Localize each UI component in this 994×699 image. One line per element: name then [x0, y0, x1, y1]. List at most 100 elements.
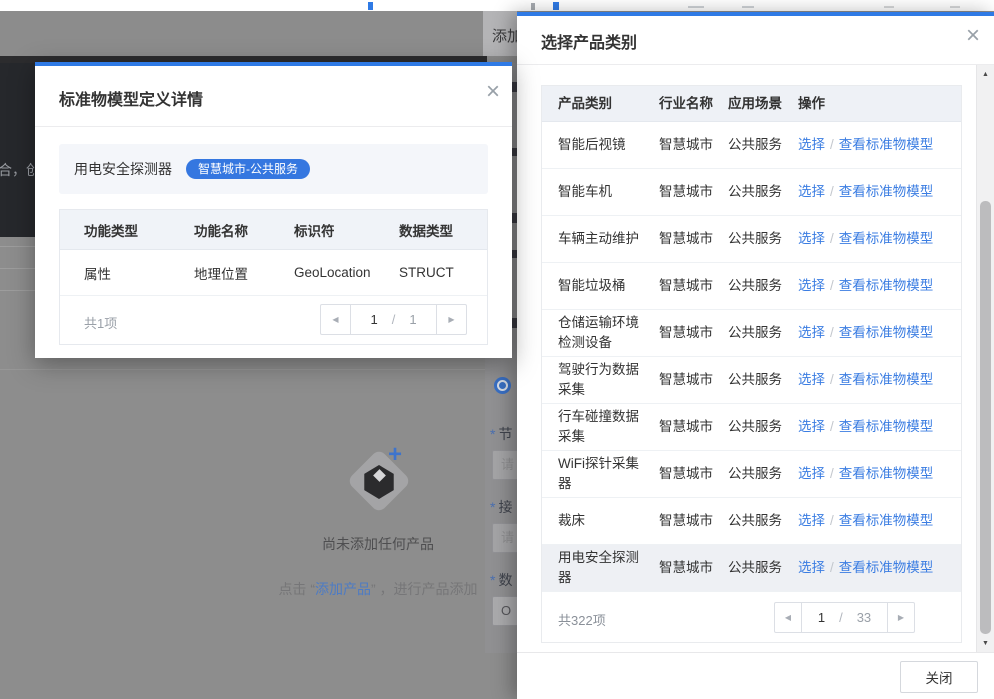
scene-cell: 公共服务: [728, 276, 798, 296]
industry-cell: 智慧城市: [659, 558, 728, 578]
clipped-fragment: [742, 6, 754, 8]
select-link[interactable]: 选择: [798, 278, 825, 293]
category-cell: 行车碰撞数据采集: [558, 407, 659, 447]
table-cell: STRUCT: [399, 265, 487, 280]
page-indicator: 1 / 1: [351, 305, 436, 334]
hint-suffix: ” ，进行产品添加: [371, 581, 478, 597]
clipped-fragment: [688, 6, 704, 8]
industry-cell: 智慧城市: [659, 511, 728, 531]
view-standard-model-link[interactable]: 查看标准物模型: [839, 513, 934, 528]
dimmed-add-drawer-title: 添加: [483, 11, 517, 56]
view-standard-model-link[interactable]: 查看标准物模型: [839, 560, 934, 575]
function-table-header: 功能类型功能名称标识符数据类型: [60, 210, 487, 250]
page-indicator: 1 / 33: [802, 603, 887, 632]
view-standard-model-link[interactable]: 查看标准物模型: [839, 278, 934, 293]
view-standard-model-link[interactable]: 查看标准物模型: [839, 137, 934, 152]
screen: 合，创 + 尚未添加任何产品 点击 “添加产品” ，进行产品添加 添加 *节 请…: [0, 0, 994, 699]
radio-button-selected[interactable]: [494, 377, 511, 394]
view-standard-model-link[interactable]: 查看标准物模型: [839, 231, 934, 246]
view-standard-model-link[interactable]: 查看标准物模型: [839, 325, 934, 340]
total-pages: 1: [409, 312, 416, 327]
select-link[interactable]: 选择: [798, 560, 825, 575]
category-table-row: 用电安全探测器智慧城市公共服务选择/查看标准物模型: [542, 545, 961, 592]
action-separator: /: [830, 137, 834, 152]
select-link[interactable]: 选择: [798, 184, 825, 199]
close-icon[interactable]: ×: [966, 24, 980, 48]
clipped-fragment: [553, 2, 559, 10]
next-page-icon[interactable]: ▶: [887, 603, 914, 632]
action-separator: /: [830, 419, 834, 434]
view-standard-model-link[interactable]: 查看标准物模型: [839, 466, 934, 481]
drawer-body: 产品类别行业名称应用场景操作 智能后视镜智慧城市公共服务选择/查看标准物模型智能…: [517, 65, 994, 653]
category-table-row: 行车碰撞数据采集智慧城市公共服务选择/查看标准物模型: [542, 404, 961, 451]
action-separator: /: [830, 513, 834, 528]
drawer-header: 选择产品类别 ×: [517, 16, 994, 64]
pagination-row: 共1项 ◀ 1 / 1 ▶: [60, 296, 487, 344]
select-link[interactable]: 选择: [798, 137, 825, 152]
category-table-body: 智能后视镜智慧城市公共服务选择/查看标准物模型智能车机智慧城市公共服务选择/查看…: [542, 122, 961, 592]
actions-cell: 选择 / 查看标准物模型: [798, 370, 961, 390]
scene-cell: 公共服务: [728, 558, 798, 578]
actions-cell: 选择 / 查看标准物模型: [798, 511, 961, 531]
view-standard-model-link[interactable]: 查看标准物模型: [839, 372, 934, 387]
required-mark: *: [490, 426, 495, 442]
required-mark: *: [490, 572, 495, 588]
category-cell: 裁床: [558, 511, 659, 531]
sidebar-text-fragment: 合，创: [0, 160, 35, 180]
form-label-node-type: *节: [490, 424, 517, 444]
clipped-fragment: [531, 3, 535, 10]
action-separator: /: [830, 372, 834, 387]
clipped-toolbar-strip: [0, 0, 994, 11]
pagination: ◀ 1 / 1 ▶: [320, 304, 467, 335]
scrollbar-thumb[interactable]: [980, 201, 991, 634]
category-cell: WiFi探针采集器: [558, 454, 659, 494]
divider: [0, 369, 517, 370]
add-product-link[interactable]: 添加产品: [315, 581, 371, 597]
function-table-row: 属性地理位置GeoLocationSTRUCT: [60, 250, 487, 296]
action-separator: /: [830, 325, 834, 340]
close-button[interactable]: 关闭: [900, 661, 978, 693]
select-link[interactable]: 选择: [798, 419, 825, 434]
dimmed-page-header: [0, 11, 487, 56]
industry-cell: 智慧城市: [659, 464, 728, 484]
view-standard-model-link[interactable]: 查看标准物模型: [839, 184, 934, 199]
scene-cell: 公共服务: [728, 229, 798, 249]
page-separator: /: [839, 610, 843, 625]
industry-cell: 智慧城市: [659, 323, 728, 343]
scrollbar[interactable]: ▲ ▼: [976, 65, 994, 653]
column-header: 操作: [798, 94, 961, 114]
table-cell: 属性: [84, 263, 194, 283]
divider: [0, 290, 35, 291]
category-cell: 用电安全探测器: [558, 548, 659, 588]
pagination: ◀ 1 / 33 ▶: [774, 602, 915, 633]
next-page-icon[interactable]: ▶: [436, 305, 466, 334]
select-link[interactable]: 选择: [798, 513, 825, 528]
select-link[interactable]: 选择: [798, 325, 825, 340]
add-plus-icon: +: [388, 443, 402, 467]
product-info-box: 用电安全探测器 智慧城市-公共服务: [59, 144, 488, 194]
actions-cell: 选择 / 查看标准物模型: [798, 276, 961, 296]
select-link[interactable]: 选择: [798, 231, 825, 246]
view-standard-model-link[interactable]: 查看标准物模型: [839, 419, 934, 434]
page-separator: /: [392, 312, 396, 327]
scroll-down-icon[interactable]: ▼: [977, 640, 994, 647]
category-table: 产品类别行业名称应用场景操作 智能后视镜智慧城市公共服务选择/查看标准物模型智能…: [541, 85, 962, 643]
prev-page-icon[interactable]: ◀: [775, 603, 802, 632]
divider: [0, 246, 35, 247]
category-table-row: 智能后视镜智慧城市公共服务选择/查看标准物模型: [542, 122, 961, 169]
actions-cell: 选择/查看标准物模型: [798, 558, 961, 578]
scroll-up-icon[interactable]: ▲: [977, 71, 994, 78]
action-separator: /: [830, 278, 834, 293]
actions-cell: 选择/查看标准物模型: [798, 229, 961, 249]
product-name: 用电安全探测器: [74, 159, 172, 179]
category-table-row: 智能车机智慧城市公共服务选择/查看标准物模型: [542, 169, 961, 216]
column-header: 数据类型: [399, 220, 487, 240]
drawer-title: 选择产品类别: [541, 29, 637, 53]
scene-cell: 公共服务: [728, 182, 798, 202]
close-icon[interactable]: ×: [486, 80, 500, 104]
select-link[interactable]: 选择: [798, 372, 825, 387]
prev-page-icon[interactable]: ◀: [321, 305, 351, 334]
current-page: 1: [370, 312, 377, 327]
category-cell: 智能垃圾桶: [558, 276, 659, 296]
select-link[interactable]: 选择: [798, 466, 825, 481]
